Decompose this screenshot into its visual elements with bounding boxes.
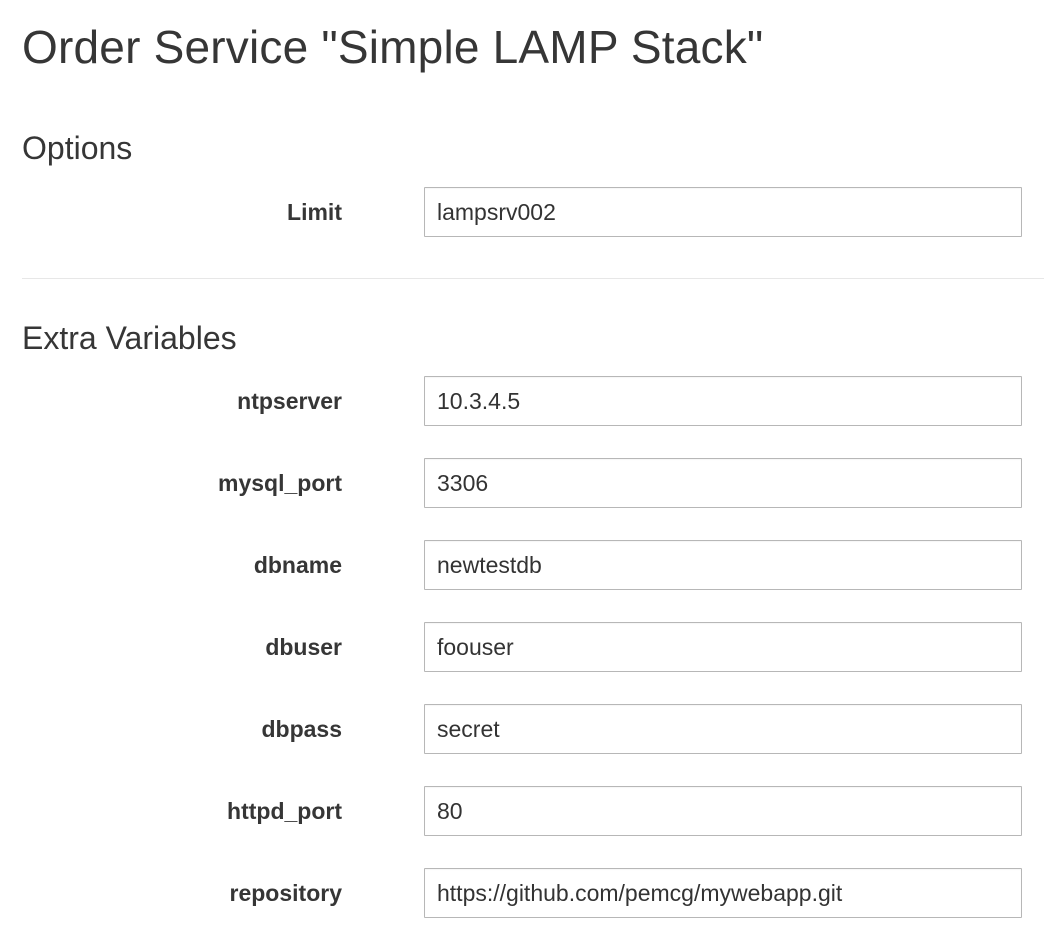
httpd-port-input[interactable] <box>424 786 1022 836</box>
section-divider <box>22 278 1044 279</box>
extra-variables-section-title: Extra Variables <box>22 320 237 356</box>
repository-row: repository <box>0 868 1056 918</box>
httpd-port-row: httpd_port <box>0 786 1056 836</box>
ntpserver-label: ntpserver <box>237 388 342 414</box>
dbuser-row: dbuser <box>0 622 1056 672</box>
dbname-input[interactable] <box>424 540 1022 590</box>
limit-label: Limit <box>287 199 342 225</box>
page-title: Order Service "Simple LAMP Stack" <box>22 21 764 73</box>
ntpserver-row: ntpserver <box>0 376 1056 426</box>
limit-row: Limit <box>0 187 1056 237</box>
httpd-port-label: httpd_port <box>227 798 342 824</box>
dbuser-label: dbuser <box>265 634 342 660</box>
dbpass-label: dbpass <box>261 716 342 742</box>
repository-input[interactable] <box>424 868 1022 918</box>
limit-input[interactable] <box>424 187 1022 237</box>
dbname-row: dbname <box>0 540 1056 590</box>
mysql-port-row: mysql_port <box>0 458 1056 508</box>
dbpass-row: dbpass <box>0 704 1056 754</box>
dbuser-input[interactable] <box>424 622 1022 672</box>
ntpserver-input[interactable] <box>424 376 1022 426</box>
dbpass-input[interactable] <box>424 704 1022 754</box>
mysql-port-input[interactable] <box>424 458 1022 508</box>
dbname-label: dbname <box>253 552 342 578</box>
mysql-port-label: mysql_port <box>218 470 342 496</box>
options-section-title: Options <box>22 130 133 166</box>
repository-label: repository <box>229 880 342 906</box>
